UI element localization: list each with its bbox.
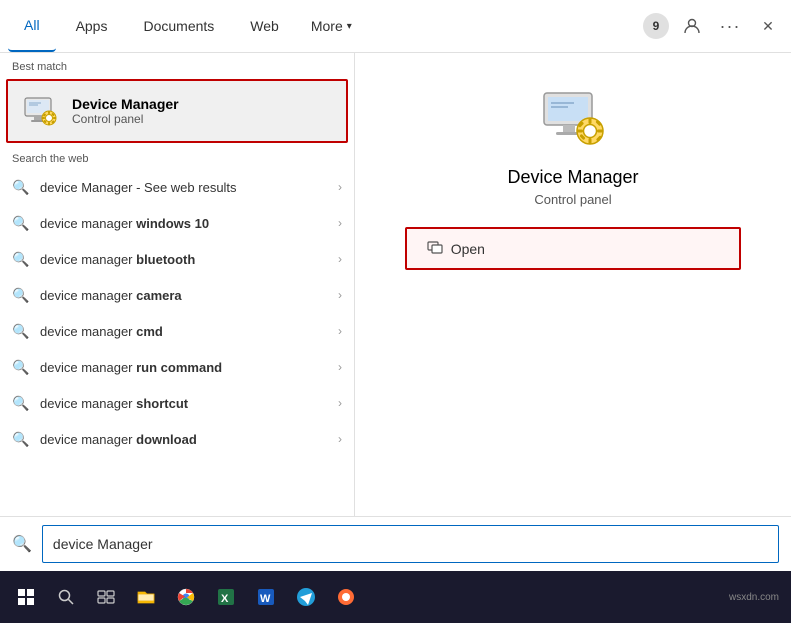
chevron-right-icon: › [338,180,342,194]
search-item-text: device manager windows 10 [40,216,328,231]
more-options-btn[interactable]: ··· [715,11,745,41]
search-icon: 🔍 [12,250,30,268]
search-icon: 🔍 [12,358,30,376]
list-item[interactable]: 🔍 device manager camera › [0,277,354,313]
chrome-btn[interactable] [168,579,204,615]
list-item[interactable]: 🔍 device manager cmd › [0,313,354,349]
best-match-text: Device Manager Control panel [72,96,179,126]
best-match-title: Device Manager [72,96,179,112]
search-web-label: Search the web [0,145,354,169]
best-match-subtitle: Control panel [72,112,179,126]
svg-text:X: X [221,593,229,605]
telegram-btn[interactable] [288,579,324,615]
list-item[interactable]: 🔍 device Manager - See web results › [0,169,354,205]
start-button[interactable] [8,579,44,615]
search-bar-area: 🔍 [0,516,791,571]
search-item-text: device manager shortcut [40,396,328,411]
search-input[interactable] [42,525,779,563]
tab-documents[interactable]: Documents [127,0,230,52]
search-icon: 🔍 [12,178,30,196]
excel-btn[interactable]: X [208,579,244,615]
device-manager-icon [20,91,60,131]
chevron-down-icon: ▾ [347,21,352,32]
left-panel: Best match [0,53,355,516]
more-dropdown[interactable]: More ▾ [299,12,364,40]
person-icon [683,17,701,35]
main-content: Best match [0,53,791,516]
app-subtitle-large: Control panel [534,192,611,207]
search-item-text: device manager download [40,432,328,447]
tab-apps[interactable]: Apps [60,0,124,52]
search-icon: 🔍 [12,322,30,340]
file-explorer-btn[interactable] [128,579,164,615]
taskbar-search-btn[interactable] [48,579,84,615]
person-icon-btn[interactable] [677,11,707,41]
list-item[interactable]: 🔍 device manager shortcut › [0,385,354,421]
best-match-label: Best match [0,53,354,77]
search-bar-icon: 🔍 [12,534,32,554]
top-nav: All Apps Documents Web More ▾ 9 ··· ✕ [0,0,791,53]
taskbar: X W wsxdn.com [0,571,791,623]
svg-text:W: W [260,593,271,605]
tab-all[interactable]: All [8,0,56,52]
open-button[interactable]: Open [405,227,742,270]
search-item-text: device manager bluetooth [40,252,328,267]
chevron-right-icon: › [338,252,342,266]
search-icon: 🔍 [12,214,30,232]
search-icon: 🔍 [12,394,30,412]
word-btn[interactable]: W [248,579,284,615]
chevron-right-icon: › [338,288,342,302]
close-icon: ✕ [762,18,774,35]
search-icon: 🔍 [12,430,30,448]
app-title-large: Device Manager [507,167,638,188]
tab-web[interactable]: Web [234,0,295,52]
list-item[interactable]: 🔍 device manager run command › [0,349,354,385]
app-icon-large [538,83,608,153]
search-item-text: device manager cmd [40,324,328,339]
best-match-item[interactable]: Device Manager Control panel [6,79,348,143]
ellipsis-icon: ··· [720,16,741,37]
close-button[interactable]: ✕ [753,11,783,41]
chevron-right-icon: › [338,432,342,446]
app-btn[interactable] [328,579,364,615]
chevron-right-icon: › [338,396,342,410]
search-item-text: device Manager - See web results [40,180,328,195]
chevron-right-icon: › [338,324,342,338]
list-item[interactable]: 🔍 device manager download › [0,421,354,457]
right-panel: Device Manager Control panel Open [355,53,791,516]
list-item[interactable]: 🔍 device manager windows 10 › [0,205,354,241]
search-item-text: device manager camera [40,288,328,303]
task-view-btn[interactable] [88,579,124,615]
chevron-right-icon: › [338,360,342,374]
watermark: wsxdn.com [729,592,779,603]
notification-badge[interactable]: 9 [643,13,669,39]
nav-icons: 9 ··· ✕ [643,11,783,41]
search-icon: 🔍 [12,286,30,304]
chevron-right-icon: › [338,216,342,230]
open-icon [427,239,443,258]
list-item[interactable]: 🔍 device manager bluetooth › [0,241,354,277]
search-item-text: device manager run command [40,360,328,375]
